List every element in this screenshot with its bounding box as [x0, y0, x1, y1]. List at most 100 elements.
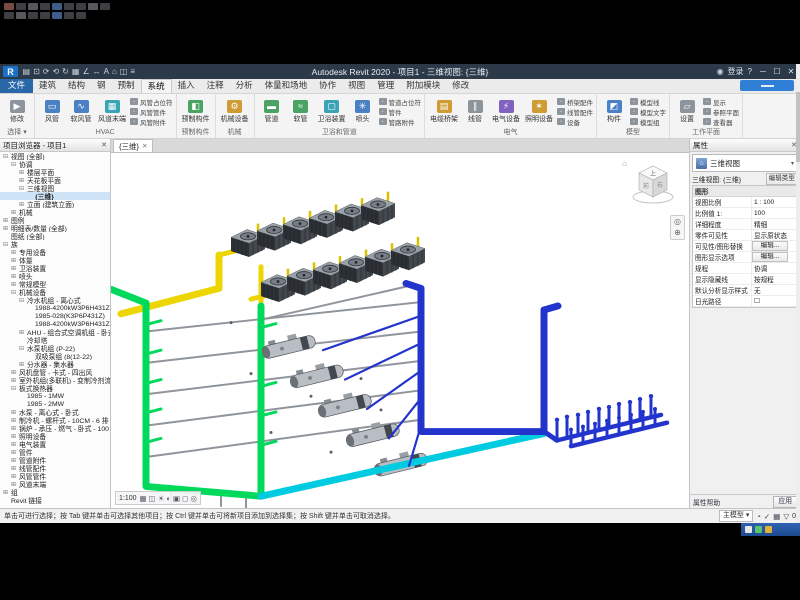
zoom-icon[interactable]: ⊕	[674, 229, 681, 237]
flex-duct-button[interactable]: ∿ 软风管	[67, 95, 95, 128]
browser-tree-item[interactable]: ⊞ 楼层平面	[0, 168, 110, 176]
property-value[interactable]: 精细	[752, 219, 797, 229]
cyan-piping[interactable]	[261, 433, 544, 496]
taskbar-icon[interactable]	[755, 526, 762, 533]
browser-tree-item[interactable]: ⊞ 照明设备	[0, 432, 110, 440]
redo-icon[interactable]: ↻	[62, 67, 69, 76]
browser-tree-item[interactable]: ⊞ 专用设备	[0, 248, 110, 256]
component-button[interactable]: ◩ 构件	[600, 95, 628, 128]
pipe-fitting-button[interactable]: ▫ 管件	[379, 107, 422, 116]
browser-scrollbar[interactable]	[796, 64, 800, 523]
browser-tree-item[interactable]: ⊟ 视图 (全部)	[0, 152, 110, 160]
browser-tree-item[interactable]: ⊞ 线管配件	[0, 464, 110, 472]
overlay-icon[interactable]	[40, 12, 50, 19]
duct-placeholder-button[interactable]: ▫ 风管占位符	[130, 97, 173, 106]
browser-tree-item[interactable]: ⊞ 组	[0, 488, 110, 496]
browser-tree-item[interactable]: ⊟ 板式换热器	[0, 384, 110, 392]
text-icon[interactable]: A	[104, 67, 109, 76]
tab-modify[interactable]: 修改	[446, 79, 475, 93]
browser-tree-item[interactable]: 1985 - 1MW	[0, 392, 110, 400]
device-button[interactable]: ▫ 设备	[557, 117, 593, 126]
browser-tree-item[interactable]: ⊞ 管道附件	[0, 456, 110, 464]
expander-icon[interactable]: ⊞	[11, 377, 19, 384]
property-value[interactable]: 显示原状态	[752, 230, 797, 240]
expander-icon[interactable]: ⊞	[19, 201, 27, 208]
property-row[interactable]: 图形显示选项 编辑...	[693, 252, 797, 263]
tab-insert[interactable]: 插入	[172, 79, 201, 93]
expander-icon[interactable]: ⊞	[19, 329, 27, 336]
browser-tree-item[interactable]: ⊞ 水泵 - 离心式 - 卧式	[0, 408, 110, 416]
browser-tree-item[interactable]: ⊞ 机械	[0, 208, 110, 216]
browser-tree-item[interactable]: 1988-4200kW3P6H431Z	[0, 304, 110, 312]
property-row[interactable]: 显示隐藏线 按规程	[693, 274, 797, 285]
browser-tree-item[interactable]: ⊟ 协调	[0, 160, 110, 168]
browser-tree-item[interactable]: 冷却塔	[0, 336, 110, 344]
expander-icon[interactable]: ⊟	[19, 297, 27, 304]
expander-icon[interactable]: ⊞	[11, 441, 19, 448]
property-row[interactable]: 默认分析显示样式 无	[693, 285, 797, 296]
sprinkler-button[interactable]: ✳ 喷头	[349, 95, 377, 128]
duct-button[interactable]: ▭ 风管	[38, 95, 66, 128]
open-icon[interactable]: ▤	[23, 67, 31, 76]
browser-tree-item[interactable]: 1985-028(K3P6P431Z)	[0, 312, 110, 320]
property-row[interactable]: 比例值 1: 100	[693, 208, 797, 219]
tab-precast[interactable]: 预制	[112, 79, 141, 93]
browser-tree-item[interactable]: 图纸 (全部)	[0, 232, 110, 240]
close-icon[interactable]: ✕	[142, 142, 147, 150]
apply-button[interactable]: 应用	[773, 496, 797, 508]
panel-caption[interactable]: 机械	[219, 128, 251, 138]
viewer-button[interactable]: ▫ 查看器	[703, 117, 739, 126]
air-terminal-button[interactable]: ▦ 风道末端	[96, 95, 128, 128]
panel-caption[interactable]: 工作平面	[673, 128, 739, 138]
ribbon-right-blue-button[interactable]	[740, 80, 794, 91]
duct-fitting-button[interactable]: ▫ 风管管件	[130, 107, 173, 116]
file-tab[interactable]: 文件	[0, 79, 33, 93]
project-browser-header[interactable]: 项目浏览器 - 项目1 ✕	[0, 139, 110, 152]
expander-icon[interactable]: ⊟	[19, 185, 27, 192]
tab-massing-site[interactable]: 体量和场地	[259, 79, 314, 93]
browser-tree-item[interactable]: ⊟ 族	[0, 240, 110, 248]
tab-structure[interactable]: 结构	[62, 79, 91, 93]
panel-caption[interactable]: HVAC	[38, 128, 173, 138]
browser-tree-item[interactable]: ⊞ 喷头	[0, 272, 110, 280]
workplane-set-button[interactable]: ▱ 设置	[673, 95, 701, 128]
property-row[interactable]: 零件可见性 显示原状态	[693, 230, 797, 241]
tab-manage[interactable]: 管理	[371, 79, 400, 93]
overlay-icon[interactable]	[76, 3, 86, 10]
model-group-button[interactable]: ▫ 模型组	[630, 117, 666, 126]
dimension-icon[interactable]: ↔	[93, 67, 101, 76]
sun-icon[interactable]: ☀	[158, 494, 165, 503]
expander-icon[interactable]: ⊞	[3, 489, 11, 496]
expander-icon[interactable]: ⊞	[11, 369, 19, 376]
model-line-button[interactable]: ▫ 模型线	[630, 97, 666, 106]
taskbar-icon[interactable]	[765, 526, 772, 533]
expander-icon[interactable]: ⊞	[11, 425, 19, 432]
signin-button[interactable]: 登录	[728, 66, 744, 77]
default-3d-view-icon[interactable]: ⌂	[112, 67, 117, 76]
browser-tree-item[interactable]: ⊞ 风管管件	[0, 472, 110, 480]
close-icon[interactable]: ✕	[101, 141, 107, 149]
expander-icon[interactable]: ⊞	[11, 449, 19, 456]
overlay-icon[interactable]	[16, 3, 26, 10]
tab-view[interactable]: 视图	[342, 79, 371, 93]
overlay-icon[interactable]	[16, 12, 26, 19]
browser-tree-item[interactable]: {三维}	[0, 192, 110, 200]
panel-caption[interactable]: 预制构件	[180, 128, 212, 138]
properties-help-link[interactable]: 属性帮助	[693, 497, 720, 507]
property-row[interactable]: 详细程度 精细	[693, 219, 797, 230]
browser-tree-item[interactable]: ⊞ 明细表/数量 (全部)	[0, 224, 110, 232]
browser-tree-item[interactable]: 1988-4200kW3P6H431Z	[0, 320, 110, 328]
browser-tree-item[interactable]: ⊟ 机械设备	[0, 288, 110, 296]
overlay-icon[interactable]	[40, 3, 50, 10]
expander-icon[interactable]: ⊞	[11, 409, 19, 416]
browser-tree-item[interactable]: ⊞ AHU - 组合式空调机组 - 卧式 - 前回风 + 下送风 - 2000 …	[0, 328, 110, 336]
pipe-accessory-button[interactable]: ▫ 管路附件	[379, 117, 422, 126]
section-icon[interactable]: ◫	[120, 67, 128, 76]
tab-analyze[interactable]: 分析	[230, 79, 259, 93]
model-canvas[interactable]: ⌂ 上 前 右 ◎⊕ 1:100	[111, 153, 689, 508]
overlay-icon[interactable]	[4, 12, 14, 19]
overlay-icon[interactable]	[64, 12, 74, 19]
shadows-icon[interactable]: ◐	[166, 494, 171, 503]
browser-tree-item[interactable]: ⊞ 管件	[0, 448, 110, 456]
property-value[interactable]: 100	[752, 210, 797, 217]
